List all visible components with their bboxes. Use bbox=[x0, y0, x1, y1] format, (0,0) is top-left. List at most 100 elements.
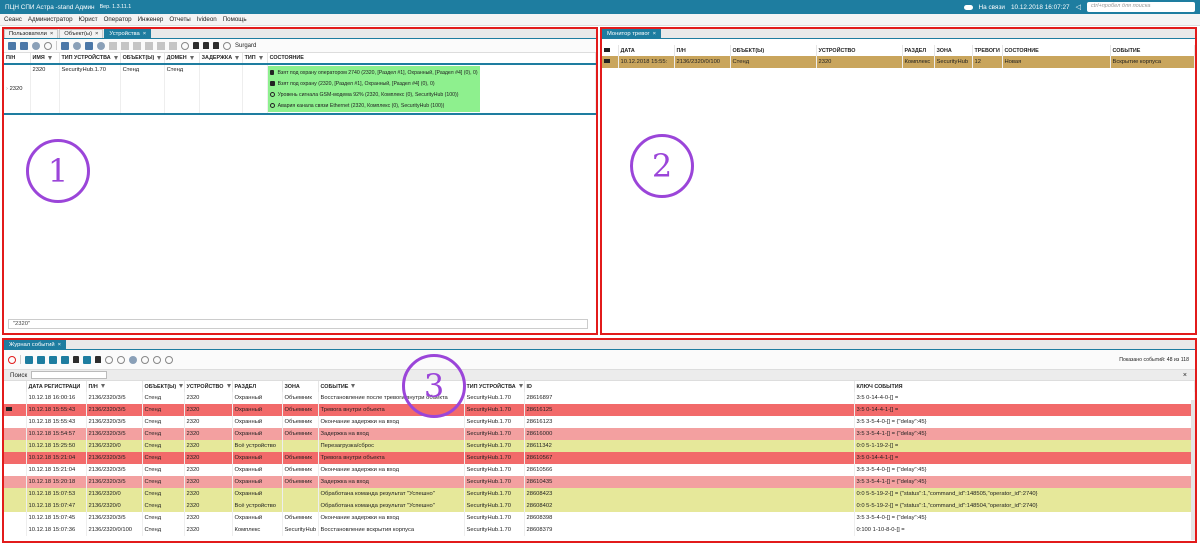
col-delay[interactable]: ЗАДЕРЖКА bbox=[199, 53, 243, 64]
device-move-icon[interactable] bbox=[85, 41, 93, 50]
table-row[interactable]: 10.12.18 15:54:57 2136/2320/3/5 Стенд 2320 О… bbox=[4, 428, 1195, 440]
filter-icon[interactable] bbox=[189, 55, 194, 60]
copy-icon[interactable] bbox=[20, 41, 28, 50]
menu-item-lawyer[interactable]: Юрист bbox=[79, 16, 98, 23]
add-device-icon[interactable] bbox=[8, 41, 16, 50]
table-row[interactable]: 10.12.18 15:20:18 2136/2320/3/5 Стенд 2320 О… bbox=[4, 476, 1195, 488]
col-domain[interactable]: ДОМЕН bbox=[164, 53, 200, 64]
devices-filter-input[interactable]: "2320" bbox=[8, 319, 588, 329]
table-row[interactable]: 10.12.18 15:55:43 2136/2320/3/5 Стенд 2320 О… bbox=[4, 404, 1195, 416]
close-icon[interactable]: × bbox=[653, 31, 656, 37]
menu-item-operator[interactable]: Оператор bbox=[104, 16, 132, 23]
lock-icon[interactable] bbox=[73, 356, 79, 363]
gear-icon[interactable] bbox=[129, 355, 137, 364]
tab-event-log[interactable]: Журнал событий × bbox=[4, 340, 66, 349]
table-row[interactable]: 10.12.18 15:07:36 2136/2320/0/100 Стенд 232… bbox=[4, 524, 1195, 536]
col-section[interactable]: РАЗДЕЛ bbox=[902, 45, 935, 56]
filter-icon[interactable] bbox=[258, 55, 263, 60]
video-icon[interactable] bbox=[6, 407, 12, 411]
col-device-type[interactable]: ТИП УСТРОЙСТВА bbox=[59, 53, 121, 64]
col-section[interactable]: РАЗДЕЛ bbox=[232, 381, 283, 392]
table-row[interactable]: 10.12.18 15:25:50 2136/2320/0 Стенд 2320 Всё… bbox=[4, 440, 1195, 452]
table-row[interactable]: 10.12.18 16:00:16 2136/2320/3/5 Стенд 2320 О… bbox=[4, 392, 1195, 404]
col-zone[interactable]: ЗОНА bbox=[934, 45, 973, 56]
col-zone[interactable]: ЗОНА bbox=[282, 381, 319, 392]
filter-icon[interactable] bbox=[100, 384, 105, 389]
refresh-icon[interactable] bbox=[32, 41, 40, 50]
device-settings-icon[interactable] bbox=[97, 41, 105, 50]
filter-icon[interactable] bbox=[179, 384, 184, 389]
filter-alarm-icon[interactable] bbox=[25, 355, 33, 364]
close-icon[interactable]: × bbox=[95, 31, 98, 37]
battery-icon[interactable] bbox=[95, 356, 101, 363]
col-state[interactable]: СОСТОЯНИЕ bbox=[267, 53, 596, 64]
timer-icon[interactable] bbox=[141, 355, 149, 364]
filter-tool-icon[interactable] bbox=[49, 355, 57, 364]
col-objects[interactable]: ОБЪЕКТ(Ы) bbox=[142, 381, 185, 392]
table-row[interactable]: 10.12.18 15:07:45 2136/2320/3/5 Стенд 2320 О… bbox=[4, 512, 1195, 524]
filter-icon[interactable] bbox=[518, 384, 523, 389]
expand-icon[interactable]: › bbox=[6, 86, 8, 92]
col-objects[interactable]: ОБЪЕКТ(Ы) bbox=[120, 53, 165, 64]
bulb-icon[interactable] bbox=[181, 41, 189, 50]
table-row[interactable]: 10.12.18 15:07:53 2136/2320/0 Стенд 2320 Охр… bbox=[4, 488, 1195, 500]
tab-users[interactable]: Пользователи × bbox=[4, 29, 59, 38]
filter-person-icon[interactable] bbox=[83, 355, 91, 364]
tab-objects[interactable]: Объект(ы) × bbox=[59, 29, 104, 38]
col-pn[interactable]: П/Н bbox=[86, 381, 143, 392]
menu-item-help[interactable]: Помощь bbox=[223, 16, 247, 23]
menu-item-session[interactable]: Сеанс bbox=[4, 16, 22, 23]
close-icon[interactable]: × bbox=[143, 31, 146, 37]
network-icon[interactable] bbox=[105, 355, 113, 364]
lock-icon[interactable] bbox=[203, 42, 209, 49]
users-icon[interactable] bbox=[193, 42, 199, 49]
table-row[interactable]: 10.12.18 15:21:04 2136/2320/3/5 Стенд 2320 О… bbox=[4, 452, 1195, 464]
surgard-label[interactable]: Surgard bbox=[235, 43, 256, 49]
col-type[interactable]: ТИП bbox=[242, 53, 268, 64]
col-objects[interactable]: ОБЪЕКТ(Ы) bbox=[730, 45, 817, 56]
filter-icon[interactable] bbox=[351, 384, 356, 389]
table-row[interactable]: 10.12.18 15:07:47 2136/2320/0 Стенд 2320 Всё… bbox=[4, 500, 1195, 512]
sync-icon[interactable] bbox=[44, 41, 52, 50]
filter-icon[interactable] bbox=[235, 55, 240, 60]
filter-icon[interactable] bbox=[113, 55, 118, 60]
table-row[interactable]: 10.12.18 15:21:04 2136/2320/3/5 Стенд 2320 О… bbox=[4, 464, 1195, 476]
link-icon[interactable] bbox=[223, 41, 231, 50]
col-alarms[interactable]: ТРЕВОГИ bbox=[972, 45, 1003, 56]
history-icon[interactable] bbox=[153, 355, 161, 364]
col-event-key[interactable]: КЛЮЧ СОБЫТИЯ bbox=[854, 381, 1195, 392]
col-pn[interactable]: П/Н bbox=[4, 53, 31, 64]
menu-item-engineer[interactable]: Инженер bbox=[138, 16, 164, 23]
tab-devices[interactable]: Устройства × bbox=[104, 29, 152, 38]
alarm-row[interactable]: 10.12.2018 15:55: 2136/2320/0/100 Стенд … bbox=[602, 56, 1195, 68]
table-row[interactable]: 10.12.18 15:55:43 2136/2320/3/5 Стенд 2320 О… bbox=[4, 416, 1195, 428]
close-icon[interactable]: × bbox=[50, 31, 53, 37]
col-device-type[interactable]: ТИП УСТРОЙСТВА bbox=[464, 381, 525, 392]
alarm-filter-icon[interactable] bbox=[8, 355, 16, 364]
global-search-input[interactable]: ctrl+пробел для поиска bbox=[1087, 2, 1195, 12]
col-id[interactable]: ID bbox=[524, 381, 855, 392]
filter-icon[interactable] bbox=[157, 55, 162, 60]
col-reg-date[interactable]: ДАТА РЕГИСТРАЦИ bbox=[26, 381, 87, 392]
device-group-icon[interactable] bbox=[61, 41, 69, 50]
menu-item-admin[interactable]: Администратор bbox=[28, 16, 73, 23]
unlock-icon[interactable] bbox=[213, 42, 219, 49]
filter-icon[interactable] bbox=[47, 55, 52, 60]
search-input[interactable] bbox=[31, 371, 108, 379]
info-icon[interactable] bbox=[165, 355, 173, 364]
col-device[interactable]: УСТРОЙСТВО bbox=[184, 381, 233, 392]
clock-icon[interactable] bbox=[117, 355, 125, 364]
close-icon[interactable]: × bbox=[58, 342, 61, 348]
tab-alarm-monitor[interactable]: Монитор тревог × bbox=[602, 29, 662, 38]
filter-warning-icon[interactable] bbox=[61, 355, 69, 364]
filter-hand-icon[interactable] bbox=[37, 355, 45, 364]
close-icon[interactable]: × bbox=[1183, 372, 1187, 379]
col-date[interactable]: ДАТА bbox=[618, 45, 675, 56]
event-log-scrollbar[interactable] bbox=[1191, 400, 1195, 540]
table-row[interactable]: › 2320 2320 SecurityHub.1.70 Стенд Стенд… bbox=[4, 64, 596, 114]
menu-item-reports[interactable]: Отчеты bbox=[169, 16, 190, 23]
video-icon[interactable] bbox=[604, 59, 610, 63]
col-name[interactable]: ИМЯ bbox=[30, 53, 60, 64]
col-event[interactable]: СОБЫТИЕ bbox=[1110, 45, 1195, 56]
col-state[interactable]: СОСТОЯНИЕ bbox=[1002, 45, 1111, 56]
